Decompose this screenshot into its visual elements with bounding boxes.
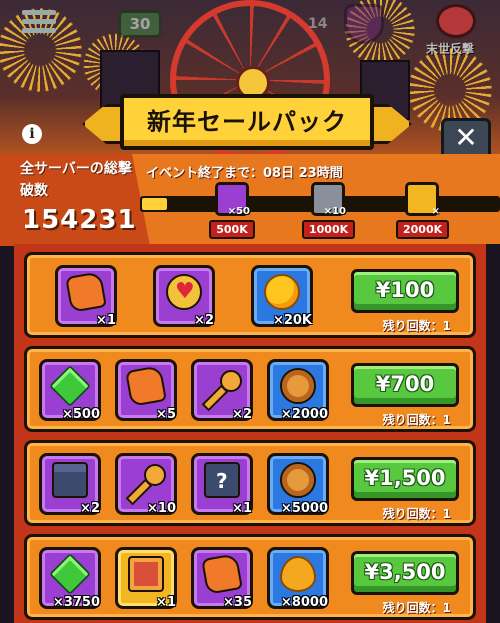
sale-pack: ×500 ×5 ×2 ×2000 ¥700 残り回数：1 — [24, 346, 476, 432]
remaining-purchases: 残り回数：1 — [382, 319, 451, 333]
oil-drop-icon — [280, 556, 316, 592]
reward-quantity: ×2 — [194, 313, 214, 328]
reward-item[interactable]: ×3750 — [39, 547, 101, 610]
reward-quantity: ×2 — [232, 407, 252, 422]
reward-quantity: ×5000 — [280, 501, 328, 516]
gem-icon: ×50 — [215, 182, 250, 217]
lion-medal-icon — [280, 368, 316, 404]
milestone-count: ×10 — [323, 206, 346, 217]
reward-quantity: ×35 — [223, 595, 252, 610]
pack-list[interactable]: ×1 ×2 ×20K ¥100 残り回数：1 ×500 ×5 ×2 ×2000 ¥700 残り回数：… — [14, 244, 486, 623]
key-icon: × — [405, 182, 440, 217]
sale-pack: ×1 ×2 ×20K ¥100 残り回数：1 — [24, 252, 476, 338]
buy-button[interactable]: ¥1,500 — [351, 457, 459, 501]
reward-item[interactable]: ×5 — [115, 359, 177, 422]
gold-key-icon — [204, 368, 242, 404]
reward-item[interactable]: ×1 — [191, 453, 253, 516]
reward-quantity: ×2 — [80, 501, 100, 516]
reward-quantity: ×1 — [232, 501, 252, 516]
reward-item[interactable]: ×2 — [153, 265, 215, 328]
event-countdown: イベント終了まで：08日 23時間 — [146, 166, 343, 181]
remaining-purchases: 残り回数：1 — [382, 507, 451, 521]
menu-icon[interactable] — [22, 6, 56, 36]
reward-item[interactable]: ×2 — [191, 359, 253, 422]
gold-coin-icon — [264, 274, 300, 310]
milestone-threshold: 500K — [209, 220, 255, 239]
supply-crate-icon — [128, 556, 164, 592]
reward-item[interactable]: ×1 — [55, 265, 117, 328]
progress-fill — [142, 198, 167, 210]
sale-pack: ×2 ×10 ×1 ×5000 ¥1,500 残り回数：1 — [24, 440, 476, 526]
milestone-reward[interactable]: ×50 500K — [206, 182, 258, 239]
remaining-purchases: 残り回数：1 — [382, 413, 451, 427]
milestone-count: × — [431, 206, 440, 217]
reward-quantity: ×2000 — [280, 407, 328, 422]
boss-event-label: 末世反撃 — [426, 42, 475, 56]
reward-item[interactable]: ×5000 — [267, 453, 329, 516]
shield-icon — [344, 4, 384, 44]
green-gem-icon — [49, 553, 91, 595]
puzzle-piece-icon — [125, 365, 167, 407]
buy-button[interactable]: ¥3,500 — [351, 551, 459, 595]
sale-pack: ×3750 ×1 ×35 ×8000 ¥3,500 残り回数：1 — [24, 534, 476, 620]
buy-button[interactable]: ¥700 — [351, 363, 459, 407]
reward-item[interactable]: ×10 — [115, 453, 177, 516]
boss-event-icon[interactable] — [436, 4, 476, 38]
reward-item[interactable]: ×500 — [39, 359, 101, 422]
milestone-count: ×50 — [227, 206, 250, 217]
milestone-reward[interactable]: × 2000K — [396, 182, 450, 239]
reward-quantity: ×10 — [147, 501, 176, 516]
reward-quantity: ×500 — [61, 407, 100, 422]
level-badge: 30 — [118, 10, 162, 38]
reward-item[interactable]: ×2000 — [267, 359, 329, 422]
reward-item[interactable]: ×35 — [191, 547, 253, 610]
milestone-threshold: 2000K — [396, 220, 450, 239]
reward-item[interactable]: ×20K — [251, 265, 313, 328]
top-hud: 30 14 末世反撃 — [0, 4, 500, 56]
reward-item[interactable]: ×2 — [39, 453, 101, 516]
puzzle-piece-icon — [201, 553, 243, 595]
reward-quantity: ×1 — [96, 313, 116, 328]
title-plate: 新年セールパック — [120, 94, 374, 150]
page-title: 新年セールパック — [147, 108, 347, 136]
gold-key-icon — [128, 462, 166, 498]
reward-quantity: ×8000 — [280, 595, 328, 610]
mystery-chest-icon — [204, 462, 240, 498]
server-kills-label: 全サーバーの総撃破数 — [20, 161, 132, 199]
reward-item[interactable]: ×8000 — [267, 547, 329, 610]
server-kills-count: 154231 — [22, 205, 137, 235]
milestone-threshold: 1000K — [302, 220, 356, 239]
stage-number: 14 — [308, 16, 328, 32]
heart-token-icon — [166, 274, 202, 310]
reward-quantity: ×5 — [156, 407, 176, 422]
mystery-box-icon: ×10 — [311, 182, 346, 217]
reward-item[interactable]: ×1 — [115, 547, 177, 610]
info-icon[interactable]: i — [22, 124, 42, 144]
reward-quantity: ×20K — [272, 313, 312, 328]
puzzle-piece-icon — [65, 271, 107, 313]
milestone-reward[interactable]: ×10 1000K — [302, 182, 356, 239]
reward-quantity: ×1 — [156, 595, 176, 610]
title-banner: 新年セールパック — [82, 94, 412, 150]
lion-medal-icon — [280, 462, 316, 498]
buy-button[interactable]: ¥100 — [351, 269, 459, 313]
green-gem-icon — [49, 365, 91, 407]
remaining-purchases: 残り回数：1 — [382, 601, 451, 615]
reward-quantity: ×3750 — [52, 595, 100, 610]
chest-icon — [52, 462, 88, 498]
